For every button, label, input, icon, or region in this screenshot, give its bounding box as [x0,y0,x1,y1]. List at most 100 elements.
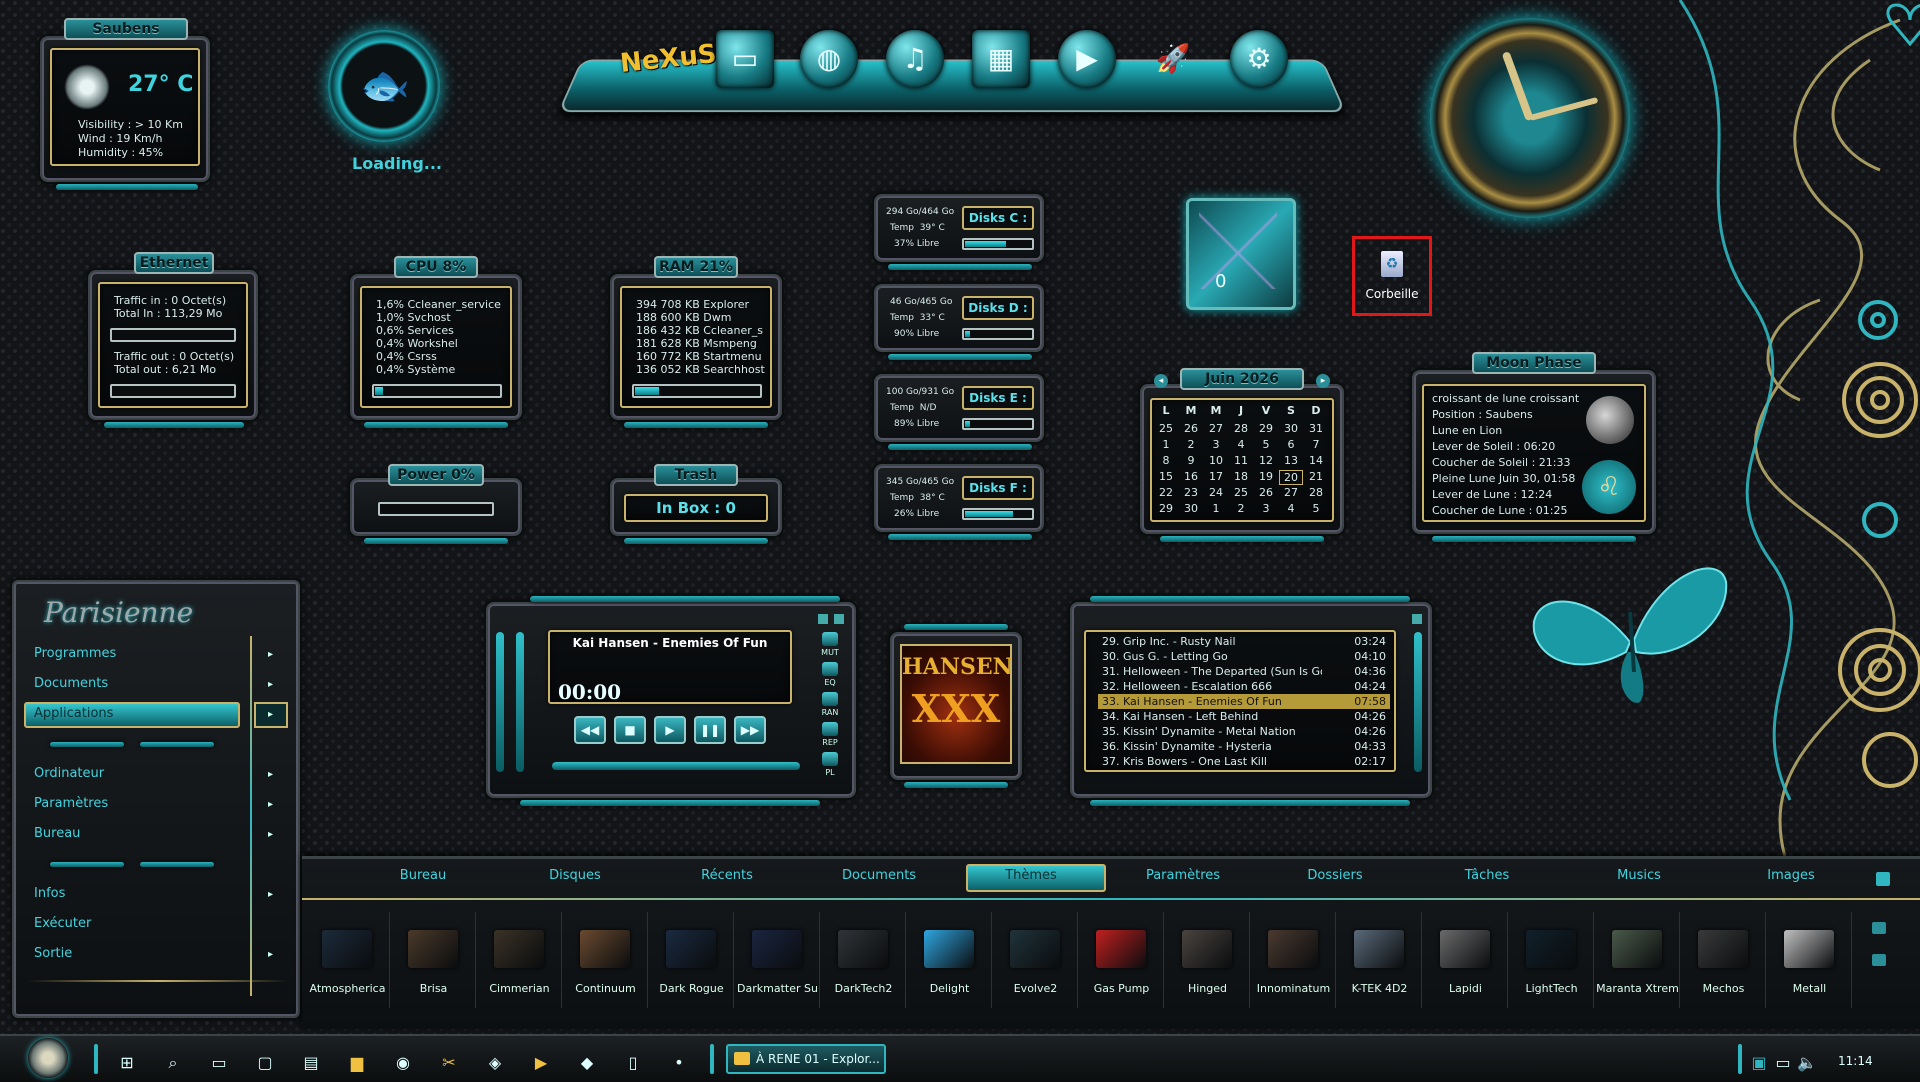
player-repeat-button[interactable] [822,722,838,736]
calendar-day[interactable]: 17 [1204,470,1228,483]
player-balance-slider[interactable] [516,632,524,772]
game-icon[interactable]: ◈ [482,1050,508,1076]
mail-widget[interactable]: 0 [1186,198,1296,310]
disk-e-label[interactable]: Disks E : [962,386,1034,410]
calendar-day[interactable]: 8 [1154,454,1178,467]
recycle-bin-shortcut[interactable]: ♻ Corbeille [1352,236,1432,316]
calendar-day[interactable]: 6 [1279,438,1303,451]
calendar-day[interactable]: 30 [1279,422,1303,435]
player-seek-bar[interactable] [552,762,800,770]
playlist-row[interactable]: 30. Gus G. - Letting Go 04:10 [1098,649,1390,664]
media-player-icon[interactable]: ▶ [528,1050,554,1076]
playlist-row[interactable]: 34. Kai Hansen - Left Behind 04:26 [1098,709,1390,724]
calendar-day[interactable]: 3 [1254,502,1278,515]
category-tab[interactable]: Tâches [1432,868,1542,883]
playlist-row-selected[interactable]: 33. Kai Hansen - Enemies Of Fun 07:58 [1098,694,1390,709]
chat-icon[interactable]: ▢ [252,1050,278,1076]
calendar-day[interactable]: 27 [1279,486,1303,499]
theme-item[interactable]: LightTech [1510,912,1594,1008]
player-close-icon[interactable] [834,614,844,624]
calendar-next-button[interactable]: ▸ [1316,374,1330,388]
theme-item[interactable]: Maranta Xtrem [1596,912,1680,1008]
photos-icon[interactable]: ▦ [972,30,1030,88]
globe-icon[interactable]: ◍ [800,30,858,88]
theme-item[interactable]: Evolve2 [994,912,1078,1008]
theme-item[interactable]: Atmospherica [306,912,390,1008]
theme-item[interactable]: Brisa [392,912,476,1008]
calendar-day[interactable]: 26 [1254,486,1278,499]
player-minimize-icon[interactable] [818,614,828,624]
calendar-day[interactable]: 21 [1304,470,1328,483]
menu-item-sortie[interactable]: Sortie [34,946,72,961]
calendar-day[interactable]: 3 [1204,438,1228,451]
theme-item[interactable]: Delight [908,912,992,1008]
category-tab[interactable]: Images [1736,868,1846,883]
monitor-icon[interactable]: ▭ [716,30,774,88]
theme-item[interactable]: Innominatum [1252,912,1336,1008]
gear-icon[interactable]: ⚙ [1230,30,1288,88]
calendar-day[interactable]: 30 [1179,502,1203,515]
theme-item[interactable]: Gas Pump [1080,912,1164,1008]
calendar-day[interactable]: 22 [1154,486,1178,499]
calendar-day[interactable]: 25 [1229,486,1253,499]
category-tab[interactable]: Disques [520,868,630,883]
category-tab[interactable]: Documents [824,868,934,883]
disk-d-label[interactable]: Disks D : [962,296,1034,320]
calendar-today[interactable]: 20 [1279,470,1303,485]
calendar-day[interactable]: 11 [1229,454,1253,467]
tools-icon[interactable]: ✂ [436,1050,462,1076]
player-prev-button[interactable]: ◀◀ [574,716,606,744]
widgets-icon[interactable]: ▤ [298,1050,324,1076]
themes-scroll-up-icon[interactable] [1872,922,1886,934]
category-tab[interactable]: Dossiers [1280,868,1390,883]
calendar-day[interactable]: 28 [1304,486,1328,499]
category-tab[interactable]: Bureau [368,868,478,883]
windows-icon[interactable]: ⊞ [114,1050,140,1076]
calendar-day[interactable]: 16 [1179,470,1203,483]
category-tab-active[interactable]: Thèmes [976,868,1086,883]
themes-scroll-down-icon[interactable] [1872,954,1886,966]
menu-item-executer[interactable]: Exécuter [34,916,91,931]
calendar-day[interactable]: 15 [1154,470,1178,483]
theme-item[interactable]: Mechos [1682,912,1766,1008]
calendar-prev-button[interactable]: ◂ [1154,374,1168,388]
playlist-row[interactable]: 32. Helloween - Escalation 666 04:24 [1098,679,1390,694]
calendar-day[interactable]: 12 [1254,454,1278,467]
trash-widget[interactable]: In Box : 0 [610,478,782,536]
calendar-day[interactable]: 31 [1304,422,1328,435]
player-pause-button[interactable]: ❚❚ [694,716,726,744]
search-icon[interactable]: ⌕ [160,1050,186,1076]
chrome-icon[interactable]: ◉ [390,1050,416,1076]
calendar-day[interactable]: 2 [1229,502,1253,515]
category-expand-icon[interactable] [1876,872,1890,886]
calendar-day[interactable]: 13 [1279,454,1303,467]
menu-item-documents[interactable]: Documents [34,676,108,691]
disk-c-label[interactable]: Disks C : [962,206,1034,230]
menu-item-parametres[interactable]: Paramètres [34,796,108,811]
theme-item[interactable]: Dark Rogue [650,912,734,1008]
player-mute-button[interactable] [822,632,838,646]
calendar-day[interactable]: 27 [1204,422,1228,435]
theme-item[interactable]: Lapidi [1424,912,1508,1008]
theme-item[interactable]: Cimmerian [478,912,562,1008]
calendar-day[interactable]: 28 [1229,422,1253,435]
calendar-day[interactable]: 24 [1204,486,1228,499]
menu-item-applications[interactable]: Applications [34,706,113,721]
playlist-row[interactable]: 37. Kris Bowers - One Last Kill 02:17 [1098,754,1390,769]
player-play-button[interactable]: ▶ [654,716,686,744]
calendar-day[interactable]: 9 [1179,454,1203,467]
calendar-day[interactable]: 19 [1254,470,1278,483]
play-icon[interactable]: ▶ [1058,30,1116,88]
tray-display-icon[interactable]: ▭ [1770,1050,1796,1076]
player-random-button[interactable] [822,692,838,706]
theme-item[interactable]: Hinged [1166,912,1250,1008]
calendar-day[interactable]: 29 [1154,502,1178,515]
music-icon[interactable]: ♫ [886,30,944,88]
player-playlist-button[interactable] [822,752,838,766]
category-tab[interactable]: Paramètres [1128,868,1238,883]
calendar-day[interactable]: 7 [1304,438,1328,451]
theme-item[interactable]: DarkTech2 [822,912,906,1008]
theme-item[interactable]: Darkmatter Su [736,912,820,1008]
playlist-close-icon[interactable] [1412,614,1422,624]
menu-item-bureau[interactable]: Bureau [34,826,80,841]
